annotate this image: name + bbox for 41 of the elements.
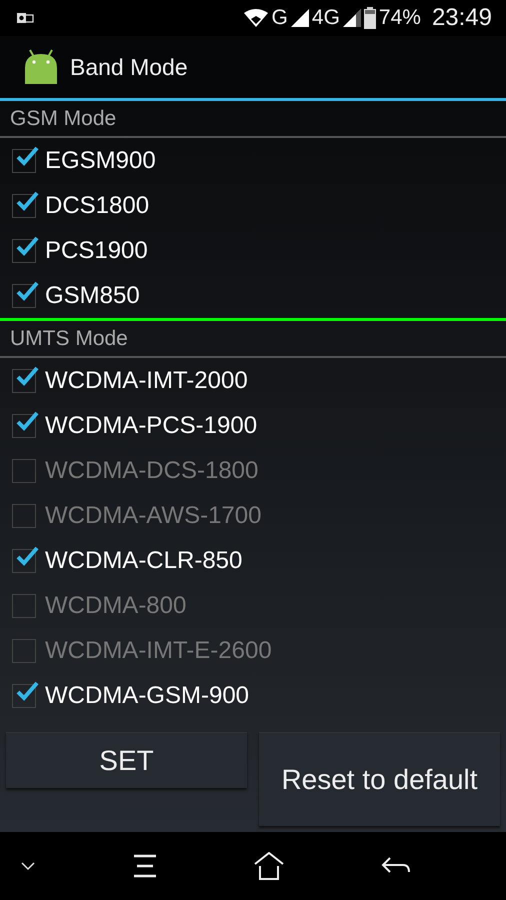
chevron-down-icon[interactable] <box>20 861 36 871</box>
band-label: GSM850 <box>45 282 140 310</box>
band-label: WCDMA-AWS-1700 <box>45 502 262 530</box>
checkbox[interactable] <box>12 504 36 528</box>
checkbox[interactable] <box>12 458 36 482</box>
menu-icon[interactable] <box>132 854 158 878</box>
checkbox[interactable] <box>12 284 36 308</box>
band-label: WCDMA-800 <box>45 592 186 620</box>
band-label: WCDMA-CLR-850 <box>45 546 242 574</box>
section-header: UMTS Mode <box>0 321 506 358</box>
checkbox[interactable] <box>12 414 36 438</box>
checkbox[interactable] <box>12 638 36 662</box>
battery-percent: 74% <box>378 6 421 30</box>
checkbox[interactable] <box>12 594 36 618</box>
wifi-icon <box>242 8 269 28</box>
checkbox[interactable] <box>12 238 36 262</box>
signal-icon <box>290 9 309 27</box>
band-label: EGSM900 <box>45 146 156 174</box>
band-label: WCDMA-IMT-E-2600 <box>45 636 272 664</box>
band-label: WCDMA-DCS-1800 <box>45 456 258 484</box>
checkbox[interactable] <box>12 148 36 172</box>
band-label: DCS1800 <box>45 192 150 220</box>
checkbox[interactable] <box>12 548 36 572</box>
set-button[interactable]: SET <box>6 732 247 788</box>
reset-button[interactable]: Reset to default <box>259 732 500 826</box>
band-label: WCDMA-IMT-2000 <box>45 366 248 394</box>
network-type: G <box>272 6 288 30</box>
network-type: 4G <box>312 6 340 30</box>
clock: 23:49 <box>432 4 492 32</box>
battery-icon <box>364 7 376 29</box>
band-label: PCS1900 <box>45 236 148 264</box>
checkbox[interactable] <box>12 684 36 708</box>
section-header: GSM Mode <box>0 101 506 138</box>
checkbox[interactable] <box>12 194 36 218</box>
band-label: WCDMA-PCS-1900 <box>45 412 258 440</box>
checkbox[interactable] <box>12 368 36 392</box>
app-title: Band Mode <box>70 54 188 80</box>
band-label: WCDMA-GSM-900 <box>45 682 250 710</box>
home-icon[interactable] <box>253 852 286 880</box>
android-icon <box>22 48 60 86</box>
signal-icon <box>342 9 361 27</box>
